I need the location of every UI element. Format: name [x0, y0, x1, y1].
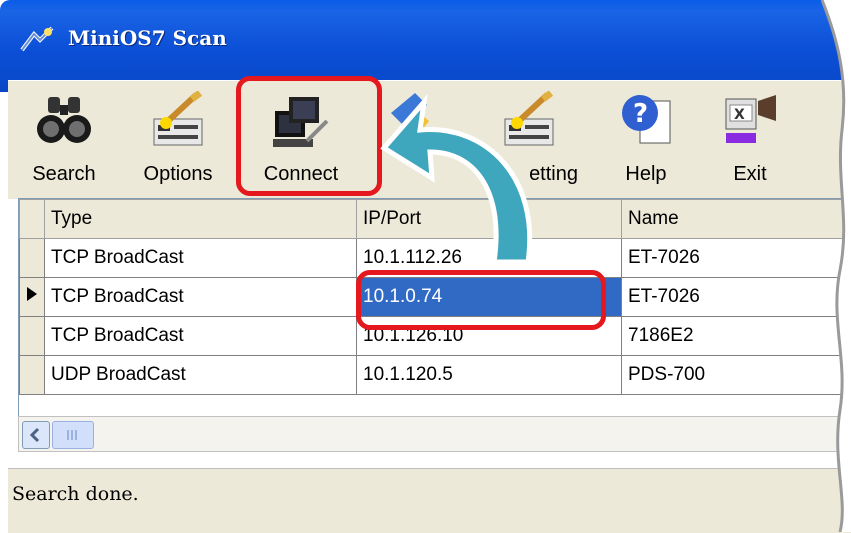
annotation-overlay	[380, 0, 851, 532]
curved-arrow-icon	[380, 93, 533, 265]
miniOS7-scan-window: MiniOS7 Scan Search Options Connect etti…	[0, 0, 851, 533]
